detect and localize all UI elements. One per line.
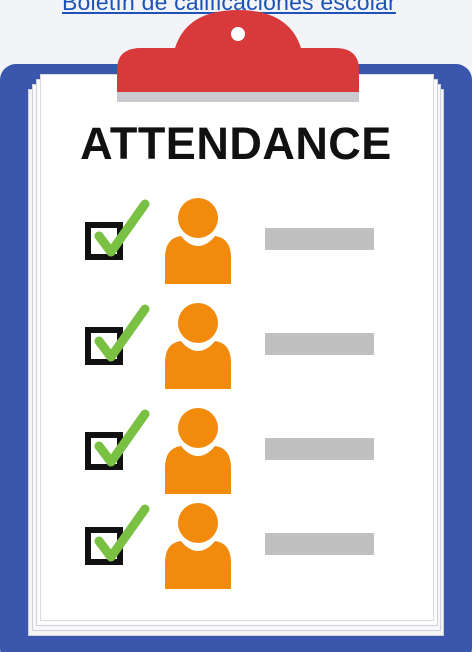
- checkmark-icon: [94, 304, 150, 362]
- attendance-title: ATTENDANCE: [80, 118, 392, 169]
- checkmark-icon: [94, 504, 150, 562]
- name-placeholder-line: [265, 438, 374, 460]
- attendance-row: [80, 303, 380, 393]
- page: Boletín de calificaciones escolar ATTEND…: [0, 0, 472, 652]
- person-icon: [165, 408, 231, 494]
- clipboard-clip-icon: [117, 10, 359, 102]
- attendance-row: [80, 198, 380, 288]
- name-placeholder-line: [265, 533, 374, 555]
- name-placeholder-line: [265, 228, 374, 250]
- attendance-row: [80, 503, 380, 593]
- person-icon: [165, 198, 231, 284]
- attendance-row: [80, 408, 380, 498]
- checkmark-icon: [94, 409, 150, 467]
- checkmark-icon: [94, 199, 150, 257]
- name-placeholder-line: [265, 333, 374, 355]
- person-icon: [165, 303, 231, 389]
- person-icon: [165, 503, 231, 589]
